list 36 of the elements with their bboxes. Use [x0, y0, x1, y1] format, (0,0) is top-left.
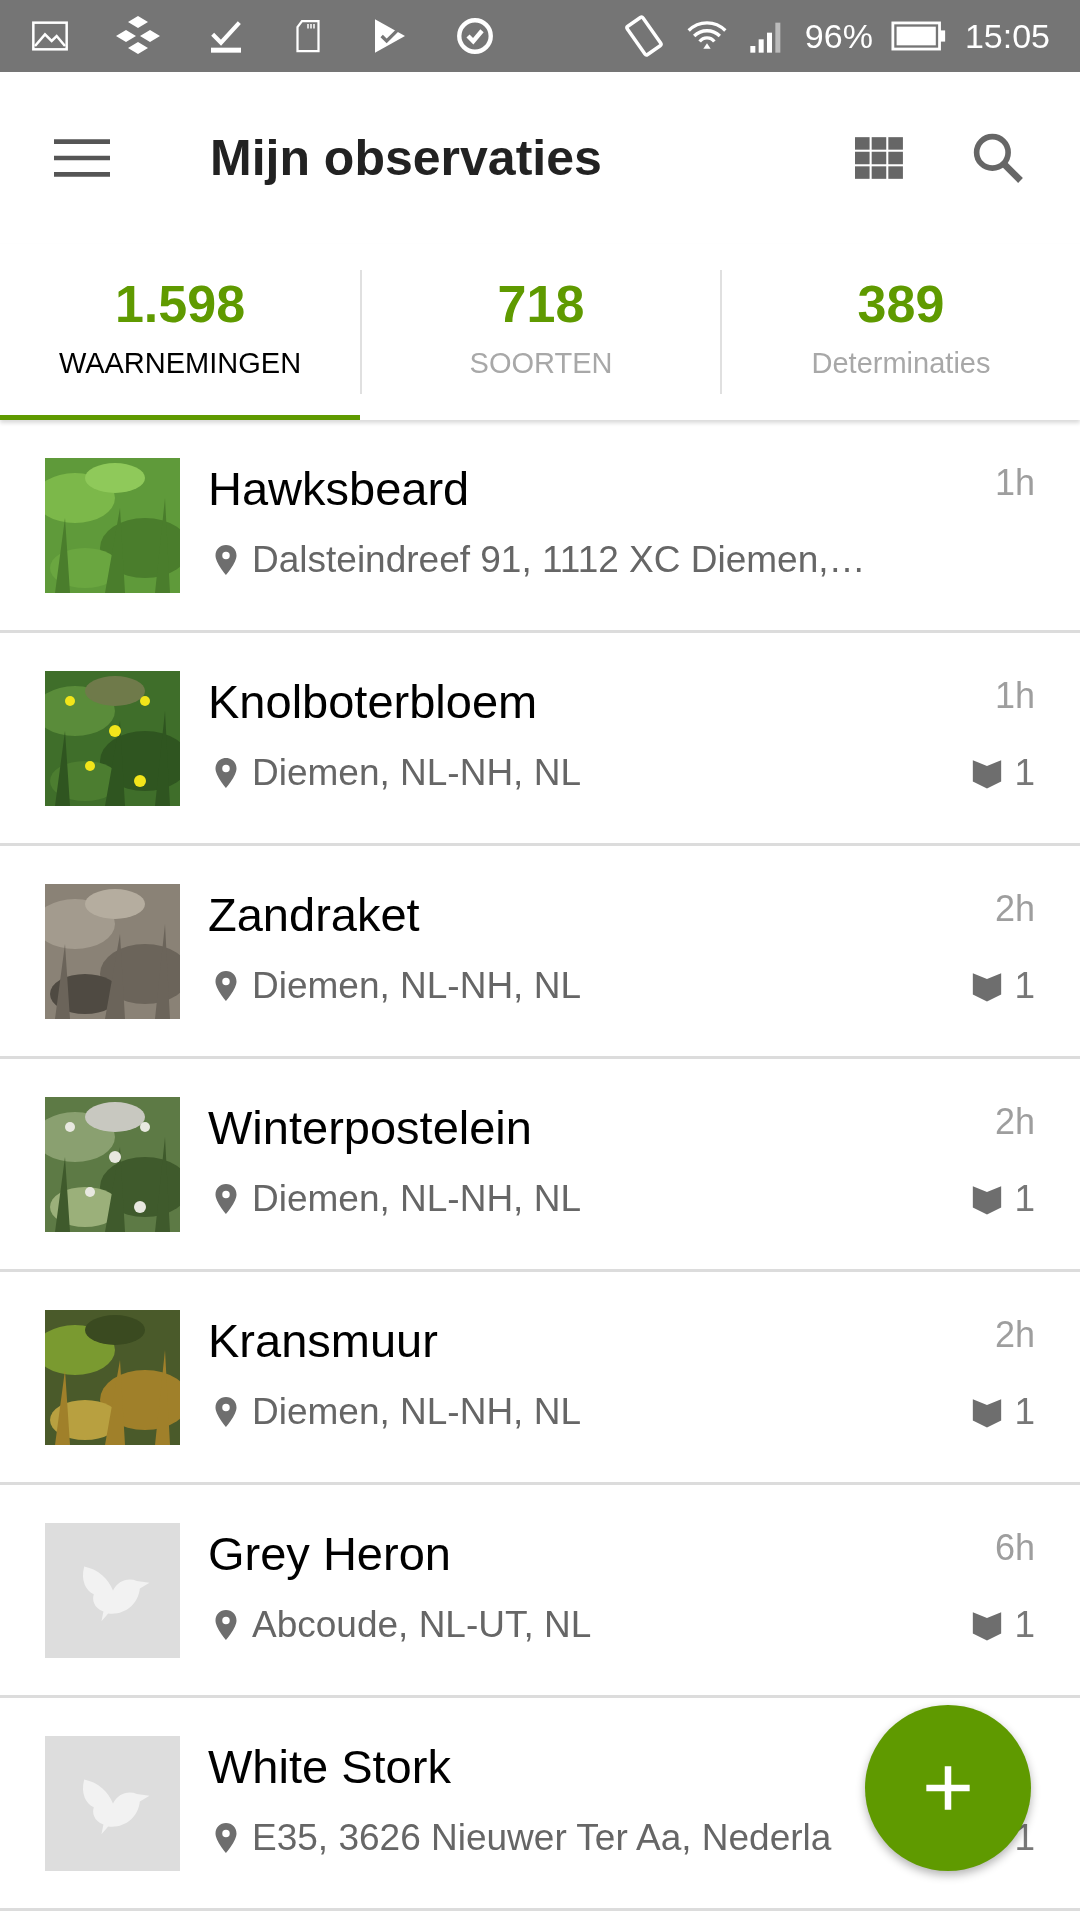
species-name: Kransmuur — [208, 1313, 438, 1369]
identification-count: 1 — [1014, 964, 1035, 1009]
search-icon — [971, 131, 1025, 185]
location-text: Diemen, NL-NH, NL — [252, 964, 581, 1009]
time-ago: 6h — [994, 1526, 1035, 1570]
species-name: Grey Heron — [208, 1526, 451, 1582]
location-text: Diemen, NL-NH, NL — [252, 751, 581, 796]
identification-count: 1 — [1014, 1177, 1035, 1222]
location-text: Diemen, NL-NH, NL — [252, 1177, 581, 1222]
time-ago: 2h — [994, 887, 1035, 931]
location-text: Diemen, NL-NH, NL — [252, 1390, 581, 1435]
sync-check-icon — [454, 15, 496, 57]
species-name: Zandraket — [208, 887, 420, 943]
species-name: Knolboterbloem — [208, 674, 538, 730]
time-ago: 1h — [994, 461, 1035, 505]
identification-count: 1 — [1014, 1816, 1035, 1861]
clock: 15:05 — [964, 15, 1050, 57]
stats-tab[interactable]: 389 Determinaties — [722, 244, 1080, 420]
screen-title: Mijn observaties — [210, 128, 602, 188]
time-ago: 2h — [994, 1100, 1035, 1144]
identification-count: 1 — [1014, 751, 1035, 796]
species-name: Hawksbeard — [208, 461, 470, 517]
time-ago: 2h — [994, 1313, 1035, 1357]
battery-icon — [890, 21, 947, 51]
identification-count: 1 — [1014, 1390, 1035, 1435]
stats-tab[interactable]: 718 SOORTEN — [362, 244, 720, 420]
species-name: Winterpostelein — [208, 1100, 532, 1156]
location-text: Abcoude, NL-UT, NL — [252, 1603, 592, 1648]
location-text: E35, 3626 Nieuwer Ter Aa, Nederla — [252, 1816, 832, 1861]
menu-icon — [54, 137, 110, 179]
grid-icon — [855, 137, 905, 179]
identification-count: 1 — [1014, 1603, 1035, 1648]
time-ago: 1h — [994, 674, 1035, 718]
battery-percentage: 96% — [804, 15, 873, 57]
location-text: Dalsteindreef 91, 1112 XC Diemen,… — [252, 538, 866, 583]
species-name: White Stork — [208, 1739, 451, 1795]
